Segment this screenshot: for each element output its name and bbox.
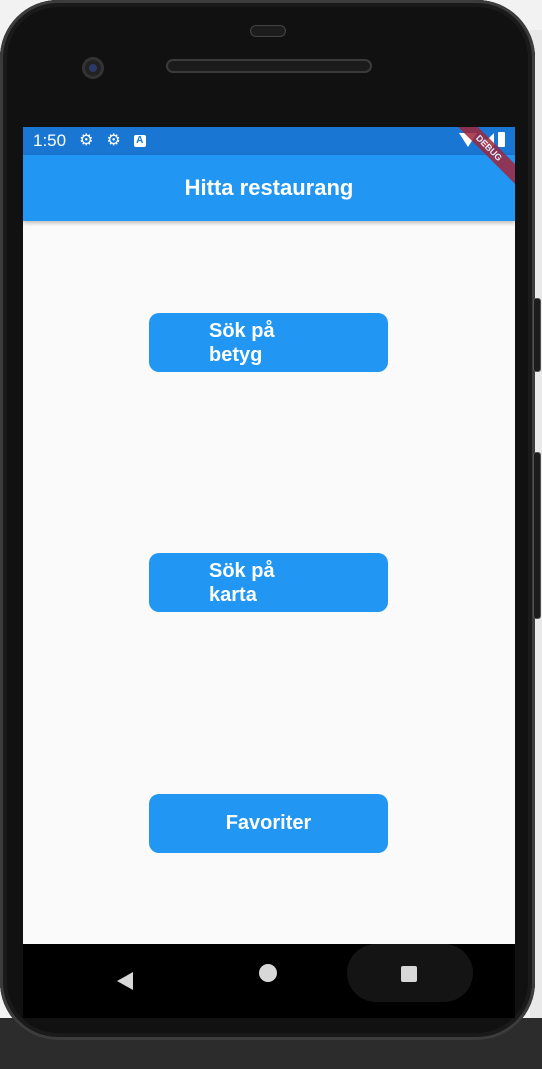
- favorites-button[interactable]: Favoriter: [149, 794, 388, 853]
- page-title: Hitta restaurang: [184, 175, 354, 200]
- recents-icon[interactable]: [401, 966, 417, 982]
- power-button: [533, 298, 541, 372]
- earpiece: [250, 25, 286, 37]
- status-time: 1:50: [33, 131, 67, 150]
- search-on-map-button[interactable]: Sök på karta: [149, 553, 388, 612]
- system-nav-bar: [23, 944, 515, 1018]
- phone-frame: 1:50 ⚙ ⚙ A Hitta restaurang DEBUG Sök på…: [0, 0, 541, 1040]
- a-icon: A: [133, 135, 146, 147]
- front-camera-icon: [82, 57, 104, 79]
- gear-icon: ⚙: [79, 132, 94, 149]
- gear-icon: ⚙: [106, 132, 121, 149]
- volume-button: [533, 452, 541, 619]
- app-bar: Hitta restaurang: [23, 155, 515, 221]
- back-icon[interactable]: [117, 972, 133, 990]
- battery-icon: [498, 132, 505, 147]
- speaker-grille: [166, 59, 372, 73]
- home-icon[interactable]: [259, 964, 277, 982]
- search-by-rating-button[interactable]: Sök på betyg: [149, 313, 388, 372]
- app-screen: 1:50 ⚙ ⚙ A Hitta restaurang DEBUG Sök på…: [23, 127, 515, 944]
- status-bar: 1:50 ⚙ ⚙ A: [23, 127, 515, 155]
